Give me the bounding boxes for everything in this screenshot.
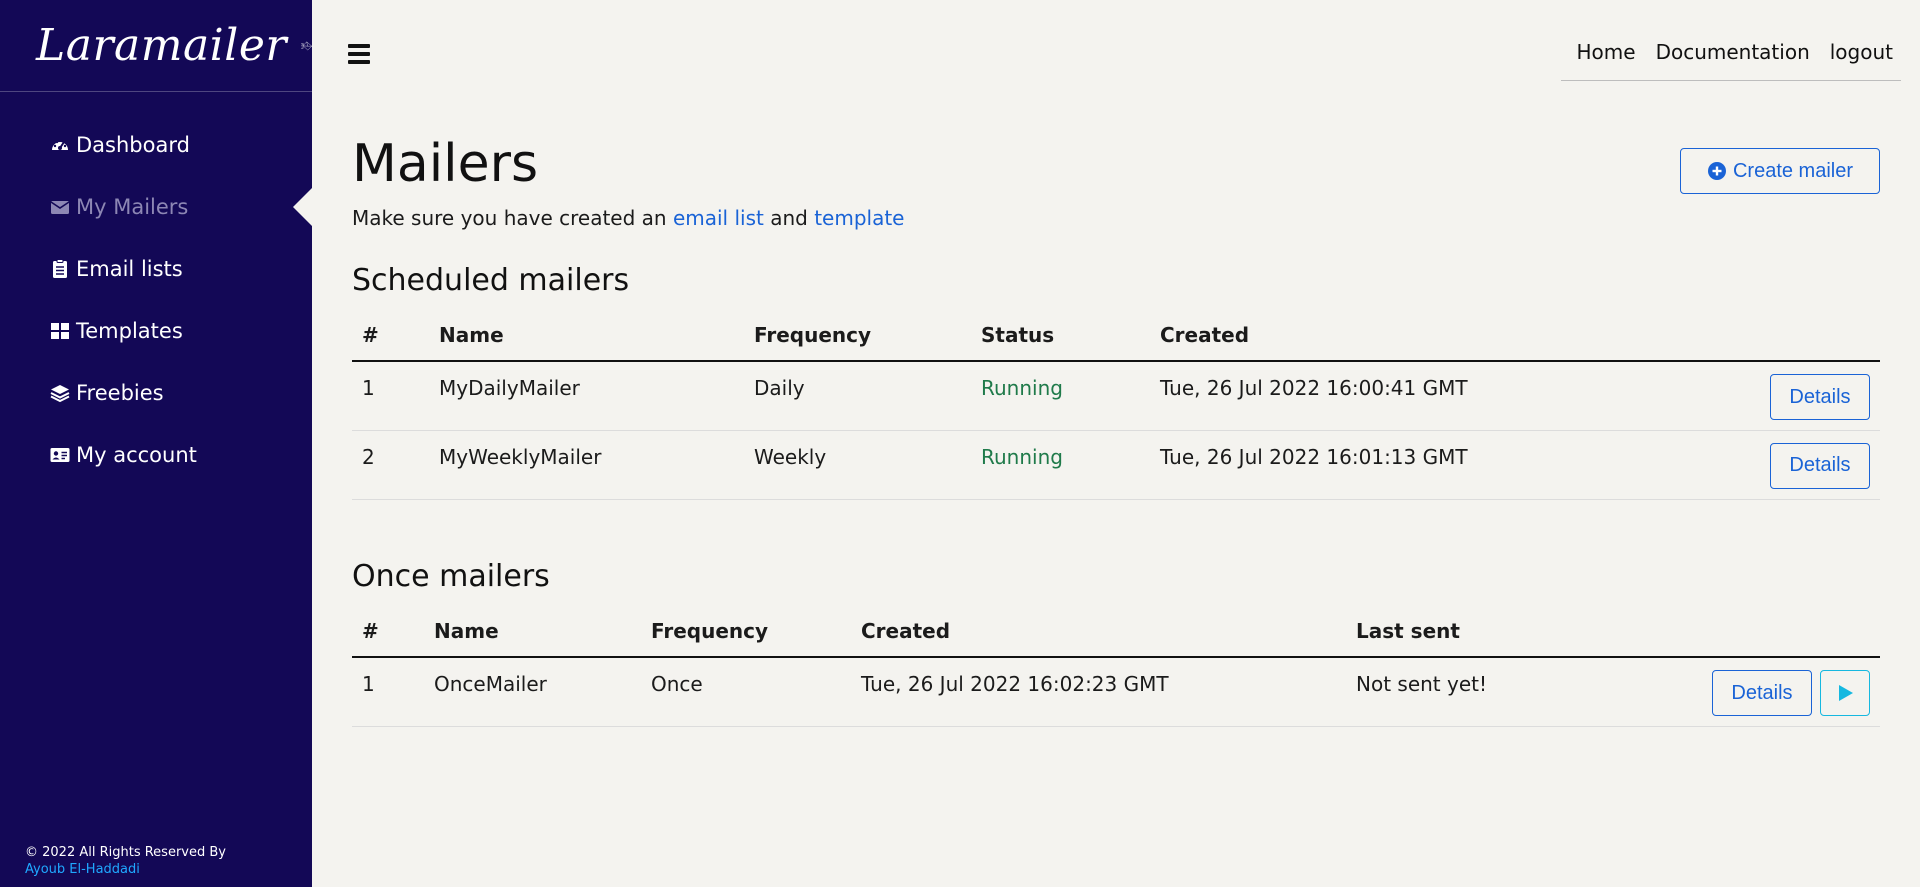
details-button[interactable]: Details (1770, 374, 1870, 420)
create-mailer-button[interactable]: Create mailer (1680, 148, 1880, 194)
sidebar: Laramailer Dashboard My Mailers Email li… (0, 0, 313, 887)
sidebar-item-label: Email lists (76, 257, 183, 281)
sidebar-item-label: My account (76, 443, 197, 467)
column-header: Status (971, 309, 1150, 362)
mailer-name: MyDailyMailer (429, 361, 744, 431)
sidebar-nav: Dashboard My Mailers Email lists Templat… (0, 114, 313, 486)
mailer-status: Running (971, 361, 1150, 431)
template-link[interactable]: template (814, 206, 904, 230)
sidebar-item-dashboard[interactable]: Dashboard (0, 114, 312, 176)
sidebar-item-templates[interactable]: Templates (0, 300, 312, 362)
mailer-name: OnceMailer (424, 657, 641, 727)
grid-icon (50, 321, 70, 341)
table-row: 2 MyWeeklyMailer Weekly Running Tue, 26 … (352, 430, 1880, 500)
author-link[interactable]: Ayoub El-Haddadi (25, 861, 226, 878)
mailer-name: MyWeeklyMailer (429, 430, 744, 500)
nav-home-link[interactable]: Home (1577, 40, 1636, 64)
sidebar-item-email-lists[interactable]: Email lists (0, 238, 312, 300)
details-button[interactable]: Details (1770, 442, 1870, 489)
mailer-created: Tue, 26 Jul 2022 16:01:13 GMT (1150, 430, 1670, 500)
row-actions: Details (1670, 430, 1880, 500)
mailer-frequency: Once (641, 657, 851, 727)
sidebar-item-label: Dashboard (76, 133, 190, 157)
send-now-button[interactable] (1820, 670, 1870, 716)
column-header: # (352, 309, 429, 362)
sidebar-footer: © 2022 All Rights Reserved By Ayoub El-H… (25, 844, 226, 878)
layers-icon (50, 383, 70, 403)
column-header: Created (851, 605, 1346, 658)
row-number: 1 (352, 361, 429, 431)
sidebar-item-label: Freebies (76, 381, 164, 405)
column-header: Frequency (744, 309, 971, 362)
subtitle-text: and (763, 206, 815, 230)
column-header-actions (1670, 309, 1880, 362)
mailer-frequency: Weekly (744, 430, 971, 500)
page-title: Mailers (352, 134, 539, 194)
column-header: Name (424, 605, 641, 658)
scheduled-mailers-title: Scheduled mailers (352, 263, 630, 298)
plus-circle-icon (1707, 162, 1726, 180)
scheduled-mailers-table: # Name Frequency Status Created 1 MyDail… (352, 309, 1880, 500)
subtitle-text: Make sure you have created an (352, 206, 673, 230)
top-nav: Home Documentation logout (1561, 40, 1901, 81)
mailer-created: Tue, 26 Jul 2022 16:02:23 GMT (851, 657, 1346, 727)
mailer-last-sent: Not sent yet! (1346, 657, 1676, 727)
table-row: 1 MyDailyMailer Daily Running Tue, 26 Ju… (352, 361, 1880, 431)
column-header-actions (1676, 605, 1880, 658)
brand-name: Laramailer (36, 20, 287, 71)
nav-documentation-link[interactable]: Documentation (1656, 40, 1810, 64)
row-number: 1 (352, 657, 424, 727)
details-button[interactable]: Details (1712, 670, 1812, 716)
envelope-icon (50, 197, 70, 217)
mailer-frequency: Daily (744, 361, 971, 431)
email-list-link[interactable]: email list (673, 206, 764, 230)
sidebar-item-my-account[interactable]: My account (0, 424, 312, 486)
sidebar-item-freebies[interactable]: Freebies (0, 362, 312, 424)
copyright-text: © 2022 All Rights Reserved By (25, 845, 226, 860)
column-header: Frequency (641, 605, 851, 658)
active-indicator (293, 187, 313, 227)
nav-logout-link[interactable]: logout (1830, 40, 1893, 64)
column-header: # (352, 605, 424, 658)
play-icon (1839, 685, 1853, 701)
table-header-row: # Name Frequency Status Created (352, 309, 1880, 362)
once-mailers-table: # Name Frequency Created Last sent 1 Onc… (352, 605, 1880, 727)
table-header-row: # Name Frequency Created Last sent (352, 605, 1880, 658)
clipboard-list-icon (50, 259, 70, 279)
menu-toggle-icon[interactable] (348, 44, 370, 64)
column-header: Name (429, 309, 744, 362)
sidebar-item-my-mailers[interactable]: My Mailers (0, 176, 313, 238)
page-subtitle: Make sure you have created an email list… (352, 206, 904, 230)
sidebar-item-label: My Mailers (76, 195, 189, 219)
row-number: 2 (352, 430, 429, 500)
brand[interactable]: Laramailer (0, 0, 312, 92)
create-mailer-label: Create mailer (1732, 159, 1854, 182)
column-header: Last sent (1346, 605, 1676, 658)
table-row: 1 OnceMailer Once Tue, 26 Jul 2022 16:02… (352, 657, 1880, 727)
mailer-created: Tue, 26 Jul 2022 16:00:41 GMT (1150, 361, 1670, 431)
id-card-icon (50, 445, 70, 465)
mailer-status: Running (971, 430, 1150, 500)
dashboard-icon (50, 135, 70, 155)
envelope-logo-icon (301, 41, 312, 50)
row-actions: Details (1676, 657, 1880, 727)
row-actions: Details (1670, 361, 1880, 431)
once-mailers-title: Once mailers (352, 559, 550, 594)
sidebar-item-label: Templates (76, 319, 183, 343)
column-header: Created (1150, 309, 1670, 362)
